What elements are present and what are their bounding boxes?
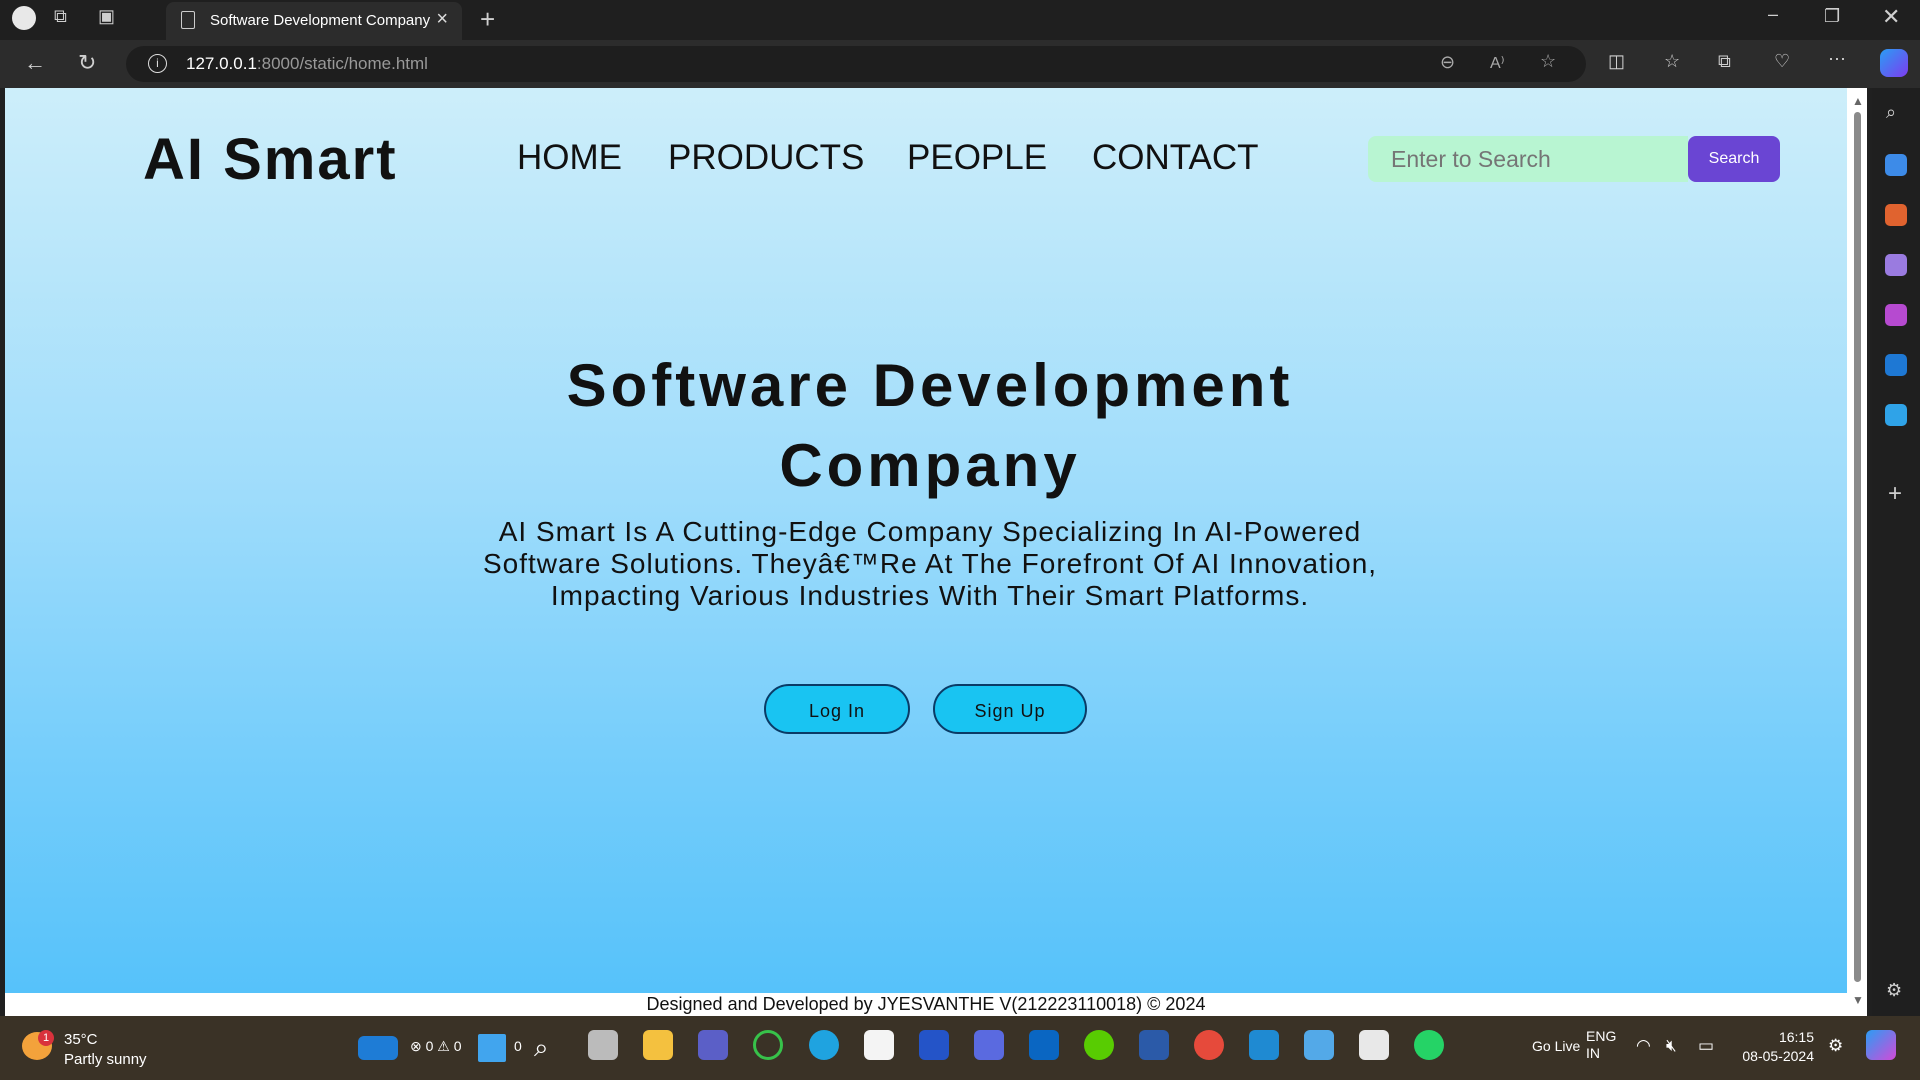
site-logo[interactable]: AI Smart xyxy=(143,126,398,193)
task-view-icon[interactable] xyxy=(588,1030,618,1060)
wifi-icon[interactable]: ◠ xyxy=(1636,1036,1651,1056)
favorite-star-icon[interactable]: ☆ xyxy=(1540,51,1556,72)
close-window-icon[interactable]: ✕ xyxy=(1882,4,1900,30)
search-taskbar-icon[interactable]: ⌕ xyxy=(534,1032,549,1064)
games-icon[interactable] xyxy=(1885,254,1907,276)
problems-indicator[interactable]: ⊗ 0 ⚠ 0 xyxy=(410,1038,462,1055)
go-live-button[interactable]: Go Live xyxy=(1532,1038,1580,1054)
scroll-up-icon[interactable]: ▲ xyxy=(1852,94,1864,108)
tab-title: Software Development Company xyxy=(210,12,431,29)
microsoft-store-icon[interactable] xyxy=(864,1030,894,1060)
copilot-icon[interactable] xyxy=(1880,49,1908,77)
url-host: 127.0.0.1 xyxy=(186,54,257,73)
favorites-icon[interactable]: ☆ xyxy=(1664,51,1680,72)
linkedin-icon[interactable] xyxy=(1029,1030,1059,1060)
settings-tray-icon[interactable]: ⚙ xyxy=(1828,1036,1843,1056)
language-line2: IN xyxy=(1586,1045,1600,1061)
close-tab-icon[interactable]: × xyxy=(436,8,448,31)
remote-window-icon[interactable] xyxy=(358,1036,398,1060)
refresh-icon[interactable]: ↻ xyxy=(78,50,96,76)
hero-title-line2: Company xyxy=(779,432,1081,499)
clock-time: 16:15 xyxy=(1778,1029,1814,1045)
page-scrollbar[interactable]: ▲ ▼ xyxy=(1847,88,1867,1016)
whatsapp-icon[interactable] xyxy=(1414,1030,1444,1060)
vertical-tabs-icon[interactable]: ▣ xyxy=(98,6,115,27)
refresh-app-icon[interactable] xyxy=(753,1030,783,1060)
microsoft-365-icon[interactable] xyxy=(1885,304,1907,326)
weather-desc: Partly sunny xyxy=(64,1051,147,1068)
tools-icon[interactable] xyxy=(1885,204,1907,226)
signup-button[interactable]: Sign Up xyxy=(933,684,1087,734)
new-tab-icon[interactable]: + xyxy=(480,4,495,35)
volume-muted-icon[interactable]: 🔇︎ xyxy=(1666,1036,1677,1056)
send-icon[interactable] xyxy=(1885,404,1907,426)
windows-taskbar: 1 35°C Partly sunny ⊗ 0 ⚠ 0 0 ⌕ Go Live … xyxy=(0,1016,1920,1080)
nav-home[interactable]: HOME xyxy=(517,138,622,178)
clock[interactable]: 16:15 08-05-2024 xyxy=(1740,1028,1814,1066)
workspaces-icon[interactable]: ⧉ xyxy=(54,6,67,27)
back-icon[interactable]: ← xyxy=(24,50,46,76)
weather-badge: 1 xyxy=(38,1030,54,1046)
tab-active[interactable]: Software Development Company × xyxy=(166,2,462,40)
chrome-icon[interactable] xyxy=(1194,1030,1224,1060)
outlook-icon[interactable] xyxy=(1885,354,1907,376)
weather-temp: 35°C xyxy=(64,1031,98,1048)
zoom-out-icon[interactable]: ⊖ xyxy=(1440,52,1455,73)
edge-sidebar: ⌕ + ⚙ xyxy=(1872,88,1920,1018)
l-app-icon[interactable] xyxy=(919,1030,949,1060)
word-icon[interactable] xyxy=(1139,1030,1169,1060)
nav-contact[interactable]: CONTACT xyxy=(1092,138,1259,178)
read-aloud-icon[interactable]: A⁾ xyxy=(1490,53,1505,73)
arc-app-icon[interactable] xyxy=(974,1030,1004,1060)
footer-credit: Designed and Developed by JYESVANTHE V(2… xyxy=(646,994,1206,1014)
url-field[interactable]: i 127.0.0.1:8000/static/home.html ⊖ A⁾ ☆ xyxy=(126,46,1586,82)
search-button[interactable]: Search xyxy=(1688,136,1780,182)
battery-icon[interactable]: ▭ xyxy=(1698,1036,1714,1056)
scroll-thumb[interactable] xyxy=(1854,112,1861,982)
minimize-icon[interactable]: – xyxy=(1768,4,1778,25)
more-options-icon[interactable]: ⋯ xyxy=(1828,49,1846,70)
notepad-icon[interactable] xyxy=(1304,1030,1334,1060)
nav-products[interactable]: PRODUCTS xyxy=(668,138,864,178)
restore-icon[interactable]: ❐ xyxy=(1824,6,1840,27)
windows-start-icon[interactable] xyxy=(478,1034,506,1062)
search-form: Search xyxy=(1368,136,1780,182)
copilot-taskbar-icon[interactable] xyxy=(1866,1030,1896,1060)
edge-icon[interactable] xyxy=(809,1030,839,1060)
hero-title: Software Development Company xyxy=(435,346,1425,506)
split-screen-icon[interactable]: ◫ xyxy=(1608,51,1625,72)
ports-indicator[interactable]: 0 xyxy=(514,1038,522,1054)
url-text: 127.0.0.1:8000/static/home.html xyxy=(186,54,428,74)
browser-essentials-icon[interactable]: ♡ xyxy=(1774,51,1790,72)
search-input[interactable] xyxy=(1368,136,1688,182)
clock-date: 08-05-2024 xyxy=(1742,1048,1814,1064)
browser-tab-strip: ⧉ ▣ Software Development Company × + – ❐… xyxy=(0,0,1920,40)
page-icon xyxy=(181,11,195,29)
language-line1: ENG xyxy=(1586,1028,1617,1044)
file-explorer-icon[interactable] xyxy=(643,1030,673,1060)
address-toolbar: ← ↻ i 127.0.0.1:8000/static/home.html ⊖ … xyxy=(0,40,1920,88)
teams-icon[interactable] xyxy=(698,1030,728,1060)
page-viewport: AI Smart HOME PRODUCTS PEOPLE CONTACT Se… xyxy=(5,88,1867,1016)
weather-text: 35°C Partly sunny xyxy=(64,1030,184,1070)
info-icon[interactable]: i xyxy=(148,54,167,73)
hero-title-line1: Software Development xyxy=(566,352,1294,419)
snipping-tool-icon[interactable] xyxy=(1359,1030,1389,1060)
shopping-tag-icon[interactable] xyxy=(1885,154,1907,176)
hero-description: AI Smart Is A Cutting-Edge Company Speci… xyxy=(482,516,1378,611)
add-sidebar-app-icon[interactable]: + xyxy=(1888,480,1902,508)
sidebar-search-icon[interactable]: ⌕ xyxy=(1886,102,1896,123)
scroll-down-icon[interactable]: ▼ xyxy=(1852,993,1864,1007)
duolingo-icon[interactable] xyxy=(1084,1030,1114,1060)
profile-icon[interactable] xyxy=(12,6,36,30)
language-indicator[interactable]: ENG IN xyxy=(1586,1028,1616,1062)
login-button[interactable]: Log In xyxy=(764,684,910,734)
nav-people[interactable]: PEOPLE xyxy=(907,138,1047,178)
url-path: :8000/static/home.html xyxy=(256,54,428,73)
collections-icon[interactable]: ⧉ xyxy=(1718,51,1731,72)
webpage: AI Smart HOME PRODUCTS PEOPLE CONTACT Se… xyxy=(5,88,1847,993)
sidebar-settings-icon[interactable]: ⚙ xyxy=(1886,980,1902,1001)
vscode-icon[interactable] xyxy=(1249,1030,1279,1060)
